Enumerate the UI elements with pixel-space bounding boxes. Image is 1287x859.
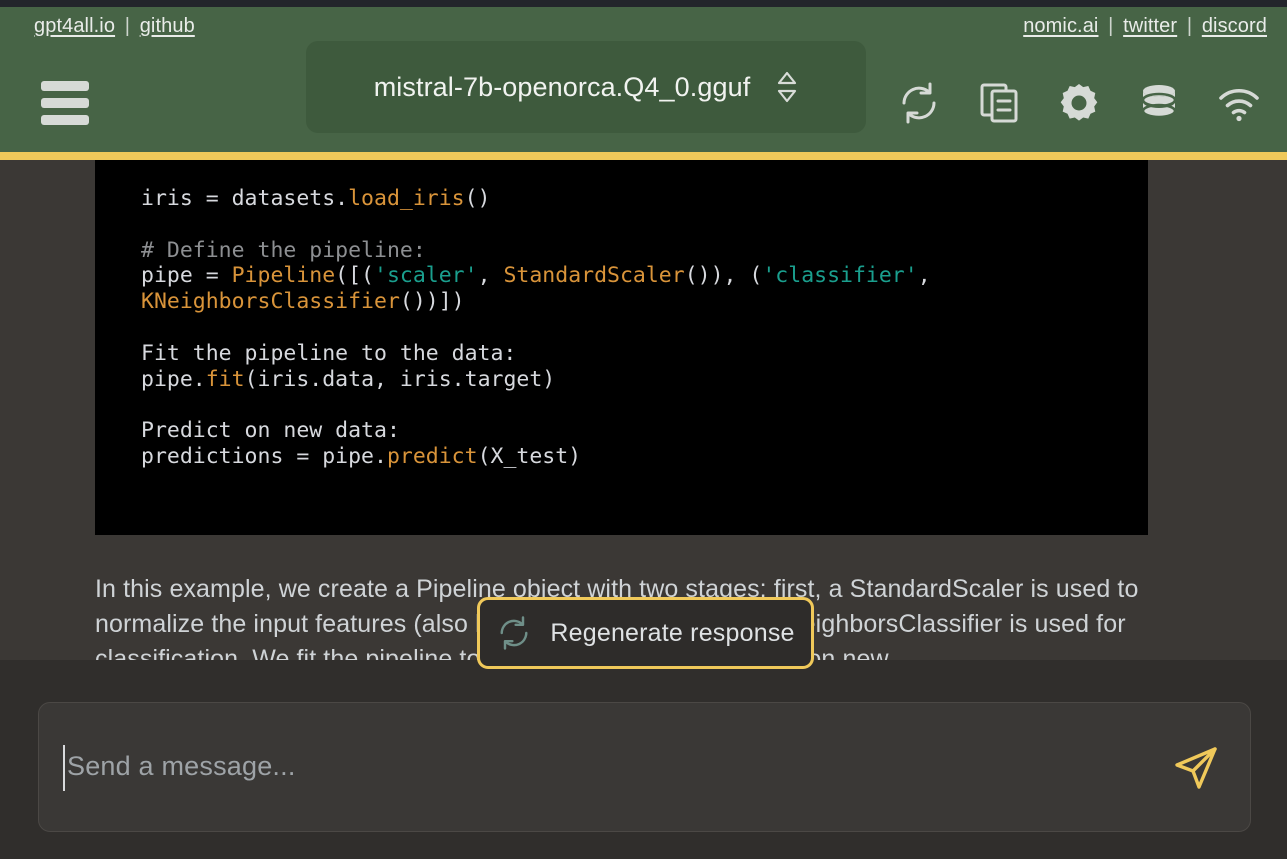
link-gpt4all-io[interactable]: gpt4all.io [34, 15, 115, 37]
link-nomic-ai[interactable]: nomic.ai [1023, 15, 1098, 37]
header-links-right: nomic.ai | twitter | discord [1023, 15, 1267, 38]
code-token: KNeighborsClassifier [141, 289, 400, 315]
code-token: , [917, 263, 931, 289]
code-token: 'scaler' [374, 263, 478, 289]
code-token: pipe = [141, 263, 232, 289]
code-token: predict [386, 443, 478, 469]
text-caret [63, 745, 65, 791]
code-token: load_iris [348, 186, 465, 211]
code-token: , [477, 263, 504, 289]
code-token: (X_test) [477, 443, 582, 469]
composer-panel: Send a message... [0, 660, 1287, 859]
header-divider [0, 152, 1287, 160]
hamburger-bar [41, 81, 89, 91]
code-block: iris = datasets.load_iris() # Define the … [95, 160, 1148, 535]
send-button[interactable] [1164, 736, 1228, 800]
code-token: ()), ( [684, 263, 763, 289]
message-input-placeholder: Send a message... [67, 751, 296, 781]
database-icon[interactable] [1135, 79, 1183, 127]
gear-icon[interactable] [1055, 79, 1103, 127]
code-line: predictions = pipe.predict(X_test) [141, 444, 1148, 470]
window-top-strip [0, 0, 1287, 7]
code-token: (iris.data, iris.target) [244, 366, 556, 392]
code-token: # Define the pipeline: [141, 237, 426, 263]
code-token: Pipeline [231, 263, 336, 289]
link-github[interactable]: github [140, 15, 195, 37]
send-paper-plane-icon [1175, 747, 1217, 789]
code-token: Fit the pipeline to the data: [141, 340, 517, 366]
code-line: KNeighborsClassifier())]) [141, 289, 1148, 315]
code-line: iris = datasets.load_iris() [141, 186, 1148, 212]
code-token: fit [205, 366, 245, 392]
chevron-up-down-icon [778, 71, 797, 103]
hamburger-bar [41, 115, 89, 125]
link-discord[interactable]: discord [1202, 15, 1267, 37]
model-selector-value: mistral-7b-openorca.Q4_0.gguf [373, 71, 751, 102]
code-line: Predict on new data: [141, 418, 1148, 444]
code-token: iris = datasets. [141, 186, 349, 211]
regenerate-icon[interactable] [895, 79, 943, 127]
regenerate-response-button[interactable]: Regenerate response [477, 597, 814, 669]
gpt4all-window: gpt4all.io | github nomic.ai | twitter |… [0, 0, 1287, 859]
code-token: Predict on new data: [141, 418, 400, 444]
code-line: pipe.fit(iris.data, iris.target) [141, 367, 1148, 393]
regenerate-icon [500, 616, 528, 650]
link-separator: | [1186, 15, 1193, 37]
app-header: gpt4all.io | github nomic.ai | twitter |… [0, 7, 1287, 152]
network-icon[interactable] [1215, 79, 1263, 127]
regenerate-response-label: Regenerate response [550, 618, 795, 647]
code-token: 'classifier' [762, 263, 918, 289]
link-separator: | [124, 15, 131, 37]
code-token: ())]) [399, 289, 465, 315]
link-twitter[interactable]: twitter [1123, 15, 1177, 37]
header-links-left: gpt4all.io | github [34, 15, 195, 38]
copy-icon[interactable] [975, 79, 1023, 127]
chat-scroll-area[interactable]: iris = datasets.load_iris() # Define the … [0, 160, 1287, 660]
code-token: predictions = pipe. [141, 443, 387, 469]
link-separator: | [1108, 15, 1114, 37]
message-input[interactable]: Send a message... [38, 702, 1251, 832]
hamburger-menu-icon[interactable] [41, 79, 89, 127]
code-token: pipe. [141, 366, 206, 392]
code-token: ([( [335, 263, 375, 289]
code-token: StandardScaler [503, 263, 685, 289]
code-line: Fit the pipeline to the data: [141, 341, 1148, 367]
header-icon-row [895, 79, 1263, 127]
model-selector[interactable]: mistral-7b-openorca.Q4_0.gguf [306, 41, 866, 133]
code-line: pipe = Pipeline([('scaler', StandardScal… [141, 263, 1148, 289]
code-line: # Define the pipeline: [141, 238, 1148, 264]
code-token: () [464, 186, 491, 211]
hamburger-bar [41, 98, 89, 108]
